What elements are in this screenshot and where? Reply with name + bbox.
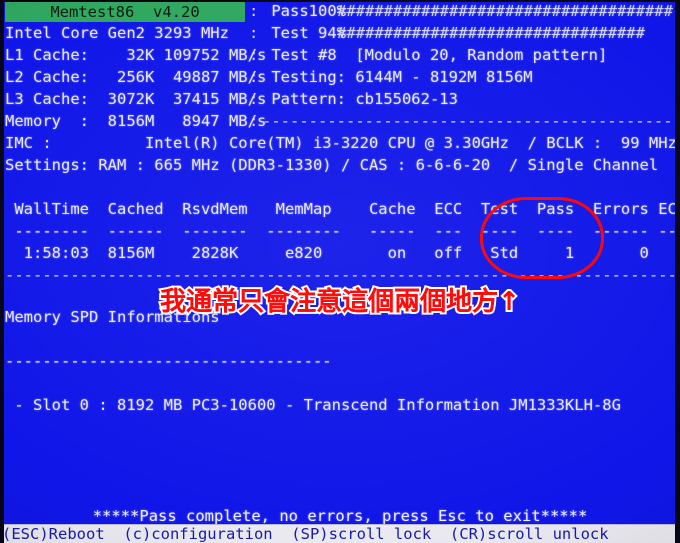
spd-rule: ----------------------------------- [5,352,332,370]
status-bar-keys[interactable]: (ESC)Reboot (c)configuration (SP)scroll … [2,525,680,543]
testing-range-line: Testing: 6144M - 8192M 8156M [262,68,533,86]
l1-cache-line: L1 Cache: 32K 109752 MB/s [5,46,267,64]
pass-progress-bar: #################################### [337,2,673,20]
test-number-line: Test #8 [Modulo 20, Random pattern] [262,46,608,64]
memtest86-screen: Memtest86 v4.20 : : : : : : Intel Core G… [0,0,680,543]
annotation-text-outline: 我通常只會注意這個兩個地方↑ [158,285,522,319]
memory-line: Memory : 8156M 8947 MB/s [5,112,267,130]
cpu-info-lines: Intel Core Gen2 3293 MHz [5,24,229,42]
imc-line: IMC : Intel(R) Core(TM) i3-3220 CPU @ 3.… [5,134,677,152]
pass-progress-label: Pass100% [262,2,346,20]
spd-slot-line: - Slot 0 : 8192 MB PC3-10600 - Transcend… [5,396,621,414]
settings-line: Settings: RAM : 665 MHz (DDR3-1330) / CA… [5,156,659,174]
test-progress-bar: ################################# [337,24,645,42]
system-config-info: IMC : Intel(R) Core(TM) i3-3220 CPU @ 3.… [5,132,677,176]
screen-edge-top [0,0,680,2]
screen-edge-right [675,0,680,543]
memory-spd-section: Memory SPD Informations ----------------… [5,306,621,416]
l2-cache-line: L2 Cache: 256K 49887 MB/s [5,68,267,86]
top-divider: ----------------------------------------… [262,112,678,130]
pattern-line: Pattern: cb155062-13 [262,90,458,108]
cpu-cache-info: Intel Core Gen2 3293 MHz L1 Cache: 32K 1… [5,22,266,132]
app-title: Memtest86 v4.20 [50,2,200,21]
annotation-ellipse-highlight [480,197,604,279]
test-progress-label: Test 94% [262,24,346,42]
l3-cache-line: L3 Cache: 3072K 37415 MB/s [5,90,267,108]
screen-edge-left [0,0,4,543]
